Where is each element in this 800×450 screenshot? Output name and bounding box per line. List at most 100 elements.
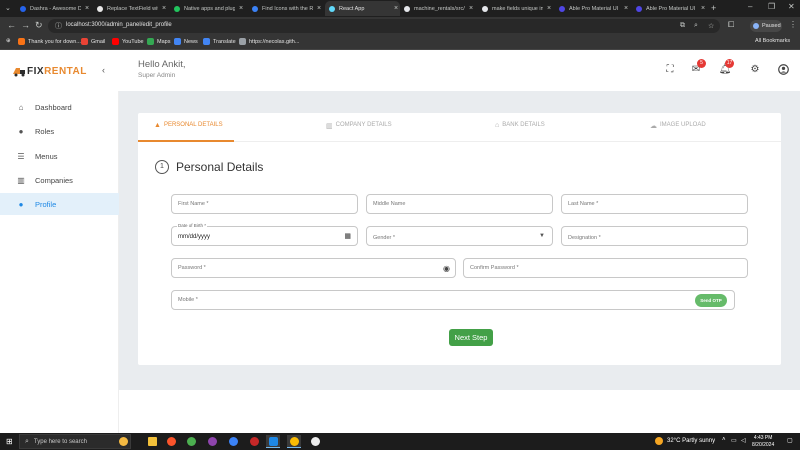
bookmark-item[interactable]: https://necolas.gith... [239,38,299,45]
tab-favicon-icon [329,5,335,12]
sidebar-item-companies[interactable]: ▥ Companies [0,169,119,191]
volume-icon[interactable]: ◁ [741,437,746,444]
notifications-center-icon[interactable]: ▢ [787,437,793,444]
close-tab-icon[interactable]: × [467,5,475,12]
address-bar[interactable]: ⓘ localhost:3000/admin_panel/edit_profil… [48,19,720,33]
sidebar-item-label: Companies [35,175,73,185]
close-tab-icon[interactable]: × [315,5,323,12]
first-name-field[interactable]: First Name * [171,194,358,214]
chrome-icon[interactable] [184,435,198,448]
close-tab-icon[interactable]: × [699,5,707,12]
site-info-icon[interactable]: ⓘ [55,21,62,31]
weather-widget[interactable]: 32°C Partly sunny [655,437,715,445]
system-clock[interactable]: 4:43 PM 8/20/2024 [752,435,774,449]
browser-tab[interactable]: machine_rentals/src/× [400,1,475,16]
gender-select[interactable]: Gender * ▼ [366,226,553,246]
taskbar-search-box[interactable]: ⌕ Type here to search [19,434,131,449]
tab-bank-details[interactable]: ⌂ BANK DETAILS [495,122,545,140]
confirm-password-field[interactable]: Confirm Password * [463,258,748,278]
vscode-icon[interactable] [266,435,280,448]
date-of-birth-field[interactable]: Date of Birth * mm/dd/yyyy ▦ [171,223,358,246]
reload-icon[interactable]: ↻ [35,20,43,31]
browser-tab[interactable]: Dashra - Awesome D × [16,1,91,16]
browser-tab[interactable]: Native apps and plug × [170,1,245,16]
show-password-eye-icon[interactable]: ◉ [443,264,450,273]
tab-company-details[interactable]: ▥ COMPANY DETAILS [326,122,392,140]
bookmark-item[interactable]: Thank you for down... [18,38,81,45]
close-tab-icon[interactable]: × [237,5,245,12]
calendar-icon[interactable]: ▦ [344,232,351,240]
designation-field[interactable]: Designation * [561,226,748,246]
sidebar-item-roles[interactable]: ● Roles [0,120,119,142]
back-icon[interactable]: ← [7,20,16,30]
brand-suffix: RENTAL [44,65,87,77]
sidebar-item-dashboard[interactable]: ⌂ Dashboard [0,96,119,118]
tray-chevron-up-icon[interactable]: ˄ [722,437,726,443]
media-app-icon[interactable] [247,435,261,448]
mail-badge: 5 [697,59,706,68]
bookmark-item[interactable]: News [174,38,198,45]
tab-image-upload[interactable]: ☁ IMAGE UPLOAD [650,122,706,140]
avatar [753,23,759,29]
browser-tab[interactable]: Find Icons with the R × [248,1,323,16]
forward-icon[interactable]: → [21,20,30,30]
network-icon[interactable]: ▭ [731,437,737,444]
file-explorer-icon[interactable] [145,435,159,448]
app-icon[interactable] [226,435,240,448]
close-tab-icon[interactable]: × [392,5,400,12]
bookmark-item[interactable]: YouTube [112,38,144,45]
browser-tab[interactable]: Able Pro Material UI × [555,1,630,16]
next-step-button[interactable]: Next Step [449,329,493,346]
browser-tab[interactable]: Replace TextField wit × [93,1,168,16]
chrome-active-icon[interactable] [287,435,301,448]
tab-personal-details[interactable]: ▲ PERSONAL DETAILS [154,122,223,140]
fullscreen-icon[interactable]: ⛶ [663,63,677,77]
last-name-placeholder: Last Name * [568,201,599,207]
middle-name-field[interactable]: Middle Name [366,194,553,214]
minimize-icon[interactable]: – [748,2,752,11]
send-otp-button[interactable]: Send OTP [695,294,727,307]
close-window-icon[interactable]: ✕ [788,2,795,11]
browser-tab[interactable]: make fields unique in × [478,1,553,16]
close-tab-icon[interactable]: × [160,5,168,12]
close-tab-icon[interactable]: × [622,5,630,12]
sidebar-item-profile[interactable]: ● Profile [0,193,119,215]
bookmark-item[interactable]: Maps [147,38,170,45]
mobile-placeholder: Mobile * [178,297,198,303]
extensions-icon[interactable]: ⧠ [728,20,734,30]
user-account-icon[interactable] [776,63,790,77]
sidebar-item-menus[interactable]: ☰ Menus [0,145,119,167]
all-bookmarks-button[interactable]: All Bookmarks [755,38,790,44]
close-tab-icon[interactable]: × [545,5,553,12]
new-tab-button[interactable]: + [711,3,716,13]
github-desktop-icon[interactable] [205,435,219,448]
brave-browser-icon[interactable] [164,435,178,448]
windows-start-icon[interactable]: ⊞ [6,437,13,446]
menu-icon[interactable]: ⋮ [789,20,797,29]
brand-logo[interactable]: FIXRENTAL [12,65,87,77]
home-icon: ⌂ [18,102,24,112]
password-field[interactable]: Password * ◉ [171,258,456,278]
maximize-icon[interactable]: ❐ [768,2,775,11]
bookmark-item[interactable]: Translate [203,38,236,45]
bookmark-label: News [184,38,198,45]
browser-tab[interactable]: Able Pro Material UI × [632,1,707,16]
apps-icon[interactable]: ⊕ [6,38,11,44]
zoom-icon[interactable]: ⌕ [694,22,698,30]
bookmark-star-icon[interactable]: ☆ [708,22,714,30]
collapse-sidebar-icon[interactable]: ‹ [102,65,105,75]
tab-search-icon[interactable]: ⌄ [5,4,14,13]
mobile-field[interactable]: Mobile * Send OTP [171,290,735,310]
brand-prefix: FIX [27,65,45,77]
bookmark-item[interactable]: Gmail [81,38,105,45]
download-app-icon[interactable] [308,435,322,448]
install-app-icon[interactable]: ⧉ [680,22,685,30]
browser-tab[interactable]: React App × [325,1,400,16]
settings-gear-icon[interactable]: ⚙ [748,63,762,77]
last-name-field[interactable]: Last Name * [561,194,748,214]
password-placeholder: Password * [178,265,206,271]
bookmark-label: Translate [213,38,236,45]
close-tab-icon[interactable]: × [83,5,91,12]
cortana-icon[interactable] [116,435,130,448]
profile-button[interactable]: Paused [750,20,782,32]
